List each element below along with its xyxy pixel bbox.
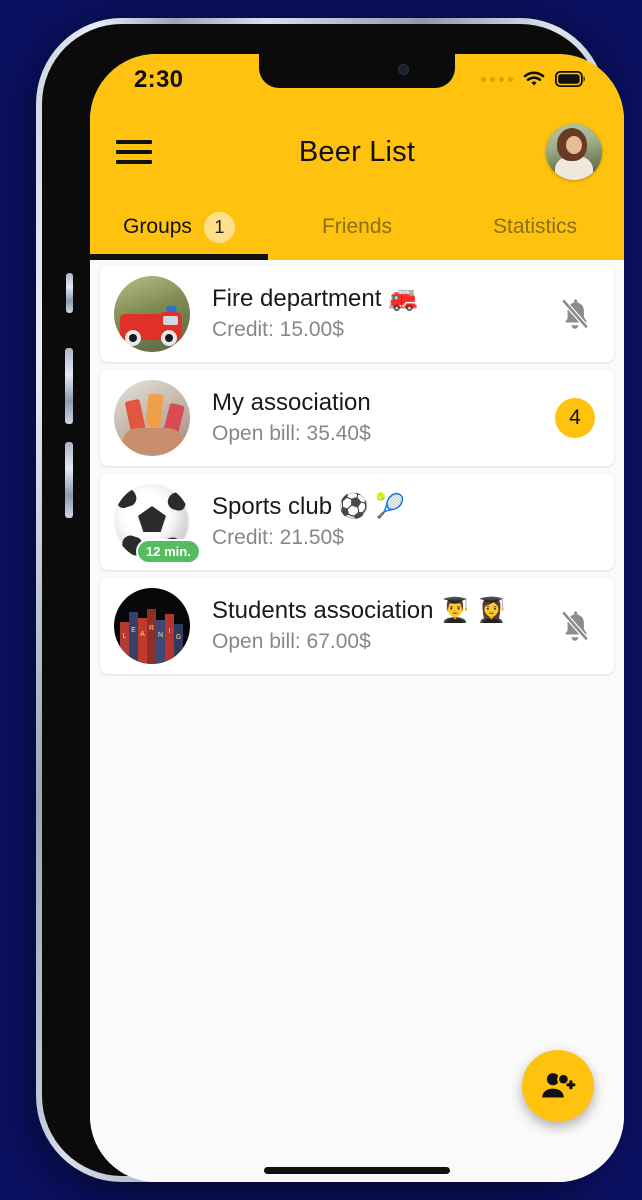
group-avatar-wrap bbox=[114, 276, 190, 352]
group-name: Students association 👨‍🎓 👩‍🎓 bbox=[212, 597, 507, 625]
tab-bar: Groups 1 Friends Statistics bbox=[90, 194, 624, 260]
group-trailing bbox=[536, 296, 614, 332]
group-avatar-wrap: 12 min. bbox=[114, 484, 199, 562]
signal-dots-icon bbox=[481, 76, 513, 82]
home-indicator bbox=[264, 1167, 450, 1174]
group-avatar-wrap: L E A R N I G bbox=[114, 588, 190, 664]
fire-truck-avatar bbox=[114, 276, 190, 352]
books-avatar: L E A R N I G bbox=[114, 588, 190, 664]
group-text: Sports club ⚽ 🎾 Credit: 21.50$ bbox=[212, 493, 536, 551]
list-item[interactable]: My association Open bill: 35.40$ 4 bbox=[100, 370, 614, 466]
unread-count-badge[interactable]: 4 bbox=[555, 398, 595, 438]
tab-statistics[interactable]: Statistics bbox=[446, 194, 624, 260]
list-item[interactable]: Fire department 🚒 Credit: 15.00$ bbox=[100, 266, 614, 362]
time-badge: 12 min. bbox=[138, 541, 199, 562]
phone-frame: 2:30 Beer List Groups 1 Friends Statisti… bbox=[36, 18, 624, 1182]
silent-switch-button[interactable] bbox=[66, 273, 73, 313]
tab-groups[interactable]: Groups 1 bbox=[90, 194, 268, 260]
drinks-cheers-avatar bbox=[114, 380, 190, 456]
list-item[interactable]: 12 min. Sports club ⚽ 🎾 Credit: 21.50$ bbox=[100, 474, 614, 570]
phone-screen: 2:30 Beer List Groups 1 Friends Statisti… bbox=[90, 54, 624, 1182]
header-bar: Beer List bbox=[90, 110, 624, 194]
bell-off-icon[interactable] bbox=[558, 296, 592, 332]
status-time: 2:30 bbox=[134, 66, 184, 93]
person-add-icon bbox=[542, 1073, 576, 1098]
add-group-button[interactable] bbox=[522, 1050, 594, 1122]
battery-full-icon bbox=[555, 71, 585, 87]
group-list: Fire department 🚒 Credit: 15.00$ My asso… bbox=[90, 260, 624, 1182]
group-name: My association bbox=[212, 389, 371, 417]
wifi-icon bbox=[523, 71, 545, 86]
tab-friends-label: Friends bbox=[321, 215, 393, 238]
volume-down-button[interactable] bbox=[65, 442, 73, 518]
profile-avatar[interactable] bbox=[546, 124, 602, 180]
notch bbox=[259, 54, 455, 88]
tab-friends[interactable]: Friends bbox=[268, 194, 446, 260]
tab-groups-label: Groups bbox=[123, 215, 192, 238]
tab-groups-badge: 1 bbox=[203, 211, 235, 243]
bell-off-icon[interactable] bbox=[558, 608, 592, 644]
group-subtitle: Open bill: 67.00$ bbox=[212, 629, 371, 653]
page-title: Beer List bbox=[298, 135, 416, 168]
group-avatar-wrap bbox=[114, 380, 190, 456]
hamburger-menu-icon[interactable] bbox=[114, 137, 154, 167]
group-text: Students association 👨‍🎓 👩‍🎓 Open bill: … bbox=[212, 597, 536, 655]
group-trailing bbox=[536, 608, 614, 644]
volume-up-button[interactable] bbox=[65, 348, 73, 424]
front-camera-icon bbox=[398, 64, 409, 75]
tab-statistics-label: Statistics bbox=[492, 215, 578, 238]
status-icons bbox=[481, 70, 586, 88]
group-text: Fire department 🚒 Credit: 15.00$ bbox=[212, 285, 536, 343]
group-name: Fire department 🚒 bbox=[212, 285, 418, 313]
list-item[interactable]: L E A R N I G Students association 👨‍🎓 👩… bbox=[100, 578, 614, 674]
group-subtitle: Open bill: 35.40$ bbox=[212, 421, 371, 445]
group-text: My association Open bill: 35.40$ bbox=[212, 389, 536, 447]
group-name: Sports club ⚽ 🎾 bbox=[212, 493, 406, 521]
group-trailing: 4 bbox=[536, 398, 614, 438]
group-subtitle: Credit: 21.50$ bbox=[212, 525, 344, 549]
status-bar: 2:30 bbox=[90, 54, 624, 110]
group-subtitle: Credit: 15.00$ bbox=[212, 317, 344, 341]
app-header: 2:30 Beer List Groups 1 Friends Statisti… bbox=[90, 54, 624, 260]
